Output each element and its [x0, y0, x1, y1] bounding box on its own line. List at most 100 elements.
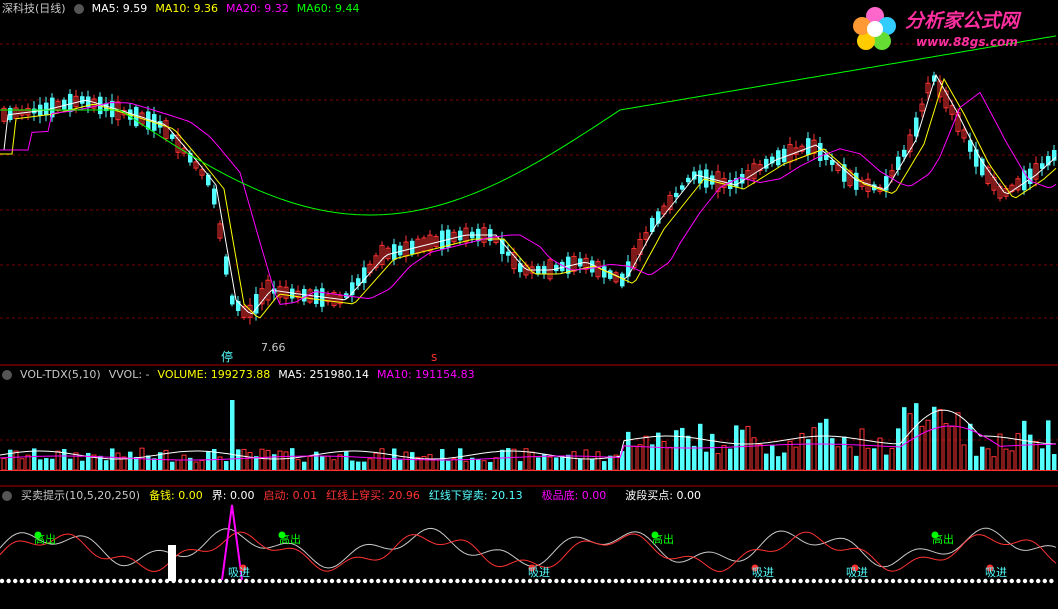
volume-bar	[943, 423, 949, 471]
sell-signal-label: 高出	[279, 533, 301, 546]
sig-indicator[interactable]: 买卖提示(10,5,20,250)	[21, 487, 140, 503]
volume-bar	[13, 450, 19, 471]
baseline-dot	[250, 578, 255, 584]
baseline-dot	[560, 578, 566, 584]
candle-body	[62, 99, 67, 110]
volume-bar	[259, 448, 265, 471]
sig-settings-dot-icon[interactable]	[2, 491, 12, 501]
baseline-dot	[211, 578, 216, 584]
volume-bar	[889, 447, 895, 471]
volume-bar	[884, 454, 889, 470]
baseline-dot	[745, 578, 750, 584]
ma10-label: MA10: 9.36	[155, 1, 219, 15]
baseline-dot	[290, 578, 295, 584]
volume-bar	[290, 448, 295, 470]
volume-bar	[793, 446, 799, 471]
baseline-dot	[32, 578, 38, 584]
baseline-dot	[475, 578, 480, 584]
volume-bar	[307, 456, 313, 471]
volume-bar	[745, 425, 751, 471]
baseline-dot	[871, 578, 876, 584]
baseline-dot	[329, 578, 335, 584]
baseline-dot	[1016, 578, 1021, 584]
ma20-label: MA20: 9.32	[226, 1, 289, 15]
baseline-dot	[877, 578, 882, 584]
baseline-dot	[98, 578, 104, 584]
ma5-line	[0, 73, 1057, 315]
jie-label: 界: 0.00	[211, 489, 255, 502]
baseline-dot	[725, 578, 731, 584]
volume-bar	[1040, 448, 1045, 470]
s-marker: s	[431, 350, 438, 364]
volume-bar	[277, 450, 283, 471]
candle-body	[704, 169, 709, 188]
volume-bar	[715, 453, 721, 471]
baseline-dot	[633, 578, 638, 584]
baseline-dot	[699, 578, 704, 584]
volume-bar	[710, 433, 715, 470]
candle-body	[782, 148, 787, 163]
candle-body	[902, 149, 907, 157]
candle-body	[392, 244, 397, 260]
baseline-dot	[0, 578, 5, 584]
volume-bar	[283, 451, 289, 471]
baseline-dot	[659, 578, 665, 584]
volume-bar	[842, 436, 847, 470]
baseline-dot	[26, 578, 31, 584]
baseline-dot	[976, 578, 981, 584]
baseline-dot	[145, 578, 150, 584]
baseline-dot	[686, 578, 691, 584]
candle-body	[212, 188, 217, 205]
volume-bar	[206, 451, 211, 470]
ma60-label: MA60: 9.44	[296, 1, 360, 15]
logo-url: www.88gs.com	[916, 35, 1018, 49]
baseline-dot	[184, 578, 189, 584]
baseline-dot	[435, 578, 440, 584]
vol-indicator[interactable]: VOL-TDX(5,10)	[20, 368, 101, 381]
baseline-dot	[389, 578, 394, 584]
volume-bar	[403, 451, 409, 471]
volume-bar	[637, 444, 643, 471]
volume-bar	[536, 457, 541, 470]
candle-body	[896, 156, 901, 170]
baseline-dot	[613, 578, 618, 584]
baseline-dot	[112, 578, 117, 584]
volume-bar	[961, 444, 967, 471]
vol-settings-dot-icon[interactable]	[2, 370, 12, 380]
jipin-label: 极品底: 0.00	[541, 489, 607, 502]
candle-body	[626, 261, 631, 277]
stock-title[interactable]: 深科技(日线)	[2, 0, 66, 16]
sell-signal-label: 高出	[652, 533, 674, 546]
baseline-dot	[521, 578, 526, 584]
volume-bar	[356, 461, 361, 470]
volume-bar	[1052, 454, 1057, 470]
volume-bar	[241, 448, 247, 471]
baseline-dot	[402, 578, 407, 584]
ma5-label: MA5: 9.59	[91, 1, 148, 15]
baseline-dot	[666, 578, 671, 584]
baseline-dot	[343, 578, 348, 584]
volume-bar	[925, 419, 931, 471]
volume-bar	[410, 452, 415, 470]
volume-bar	[865, 447, 871, 471]
baseline-dot	[910, 578, 915, 584]
volume-bar	[320, 456, 325, 470]
baseline-dot	[937, 578, 942, 584]
baseline-dot	[818, 578, 823, 584]
qidong-label: 启动: 0.01	[263, 489, 318, 502]
baseline-dot	[1049, 578, 1054, 584]
volume-bar	[991, 456, 997, 471]
baseline-dot	[257, 578, 262, 584]
volume-bar	[560, 456, 565, 470]
volume-bar	[518, 461, 523, 470]
volume-bar	[704, 451, 709, 470]
baseline-dot	[316, 578, 321, 584]
candle-body	[776, 150, 781, 166]
baseline-dot	[785, 578, 790, 584]
settings-dot-icon[interactable]	[73, 4, 84, 14]
logo: 分析家公式网 www.88gs.com	[850, 4, 1050, 56]
baseline-dot	[197, 578, 203, 584]
baseline-dot	[422, 578, 427, 584]
candle-body	[602, 266, 607, 278]
baseline-dot	[890, 578, 896, 584]
